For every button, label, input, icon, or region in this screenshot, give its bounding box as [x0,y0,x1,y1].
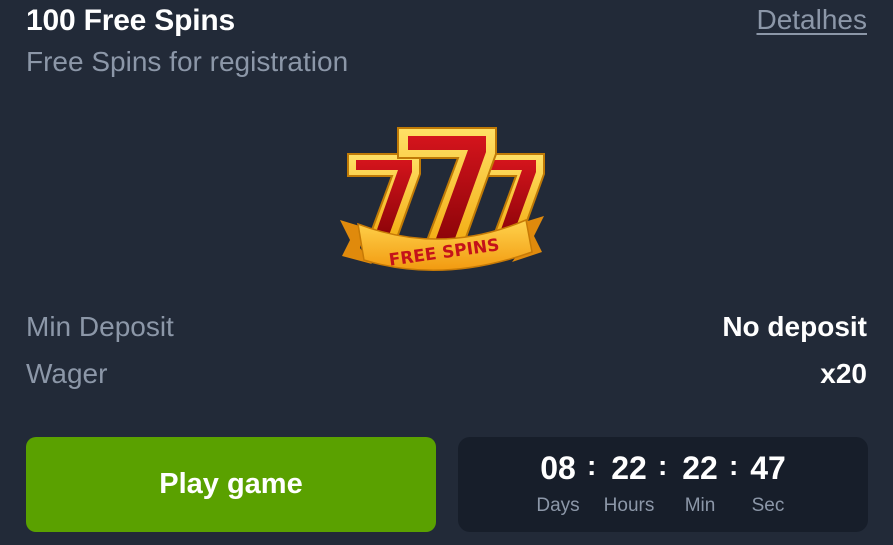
countdown-hours: 22 Hours [594,449,664,517]
bonus-subtitle: Free Spins for registration [26,46,349,77]
countdown-seconds-label: Sec [751,495,785,516]
countdown-hours-label: Hours [603,495,655,516]
countdown-minutes-value: 22 [682,450,718,486]
countdown-days-label: Days [536,495,580,516]
countdown-days-value: 08 [540,450,576,486]
wager-value: x20 [820,358,867,389]
min-deposit-value: No deposit [722,311,867,342]
countdown-minutes: 22 Min [665,449,735,517]
min-deposit-label: Min Deposit [26,311,174,342]
bonus-title: 100 Free Spins [26,4,235,37]
countdown-minutes-label: Min [684,495,716,516]
wager-label: Wager [26,358,108,389]
countdown-timer: 08 Days : 22 Hours : 22 Min : 47 Sec [458,437,868,532]
countdown-days: 08 Days [523,449,593,517]
countdown-seconds-value: 47 [750,450,786,486]
free-spins-777-logo: FREE SPINS [340,127,545,272]
details-link[interactable]: Detalhes [756,4,867,36]
countdown-seconds: 47 Sec [733,449,803,517]
play-game-button[interactable]: Play game [26,437,436,532]
countdown-hours-value: 22 [611,450,647,486]
